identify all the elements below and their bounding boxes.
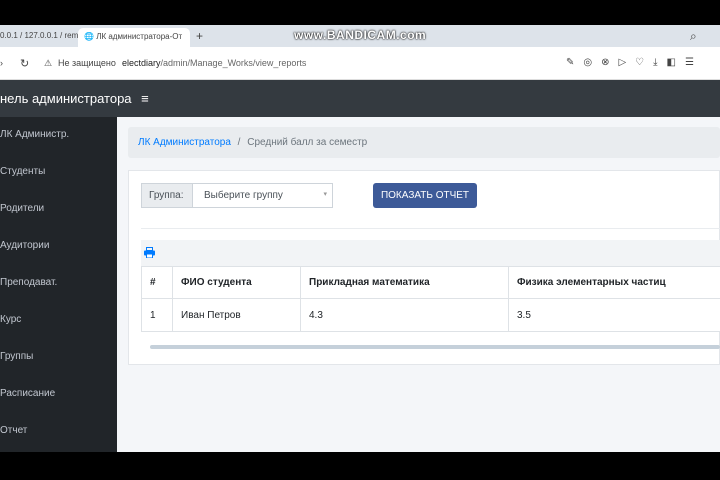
panel-title: нель администратора <box>0 91 132 106</box>
reload-icon[interactable]: ↻ <box>20 57 29 70</box>
table-header-row: # ФИО студента Прикладная математика Физ… <box>141 266 720 299</box>
forward-icon[interactable]: › <box>0 58 3 68</box>
security-label[interactable]: Не защищено <box>58 58 116 68</box>
sidebar-item-students[interactable]: Студенты <box>0 166 45 177</box>
col-applied-math: Прикладная математика <box>300 266 509 299</box>
new-tab-button[interactable]: + <box>196 29 203 43</box>
sidebar: ЛК Администр. Студенты Родители Аудитори… <box>0 117 117 452</box>
warning-icon: ⚠ <box>44 58 53 68</box>
report-table: # ФИО студента Прикладная математика Физ… <box>141 266 720 332</box>
sidebar-item-parents[interactable]: Родители <box>0 203 44 214</box>
sidebar-item-groups[interactable]: Группы <box>0 351 33 362</box>
sidebar-item-rooms[interactable]: Аудитории <box>0 240 49 251</box>
globe-icon: 🌐 <box>84 32 97 41</box>
group-label: Группа: <box>141 183 193 208</box>
browser-tab-inactive[interactable]: 0.0.1 / 127.0.0.1 / rem <box>0 31 78 40</box>
col-student-name: ФИО студента <box>172 266 301 299</box>
group-select[interactable]: Выберите группу ▾ <box>193 183 333 208</box>
print-icon[interactable] <box>144 247 155 258</box>
sidebar-item-report[interactable]: Отчет <box>0 425 27 436</box>
screen-bottom-border <box>0 452 720 480</box>
browser-tab-active[interactable]: 🌐 ЛК администратора-От <box>78 28 190 47</box>
col-physics: Физика элементарных частиц <box>508 266 720 299</box>
cell-physics: 3.5 <box>508 298 720 332</box>
divider <box>141 228 720 229</box>
watermark: www.BANDICAM.com <box>294 28 427 42</box>
menu-icon[interactable]: ≡ <box>141 91 149 106</box>
cell-student-name: Иван Петров <box>172 298 301 332</box>
table-toolbar <box>141 240 720 266</box>
chevron-down-icon: ▾ <box>323 191 327 198</box>
screen-top-border <box>0 0 720 25</box>
col-number: # <box>141 266 173 299</box>
breadcrumb-home-link[interactable]: ЛК Администратора <box>138 137 231 148</box>
breadcrumb-current: Средний балл за семестр <box>247 137 368 148</box>
toolbar-icons[interactable]: ✎◎⊗▷♡⤓◧☰ <box>566 57 703 68</box>
url-input[interactable]: electdiary/admin/Manage_Works/view_repor… <box>122 58 306 68</box>
search-icon[interactable]: ⌕ <box>690 29 697 44</box>
cell-applied-math: 4.3 <box>300 298 509 332</box>
cell-number: 1 <box>141 298 173 332</box>
address-bar: › ↻ ⚠ Не защищено electdiary/admin/Manag… <box>0 47 720 80</box>
browser-tab-bar: 0.0.1 / 127.0.0.1 / rem 🌐 ЛК администрат… <box>0 25 720 47</box>
top-navbar: нель администратора ≡ <box>0 80 720 117</box>
table-row: 1 Иван Петров 4.3 3.5 <box>141 298 720 332</box>
show-report-button[interactable]: ПОКАЗАТЬ ОТЧЕТ <box>373 183 477 208</box>
sidebar-item-teachers[interactable]: Преподават. <box>0 277 57 288</box>
breadcrumb: ЛК Администратора / Средний балл за семе… <box>128 127 720 158</box>
sidebar-item-courses[interactable]: Курс <box>0 314 21 325</box>
sidebar-item-admin[interactable]: ЛК Администр. <box>0 129 69 140</box>
sidebar-item-schedule[interactable]: Расписание <box>0 388 55 399</box>
horizontal-scrollbar[interactable] <box>150 345 720 349</box>
